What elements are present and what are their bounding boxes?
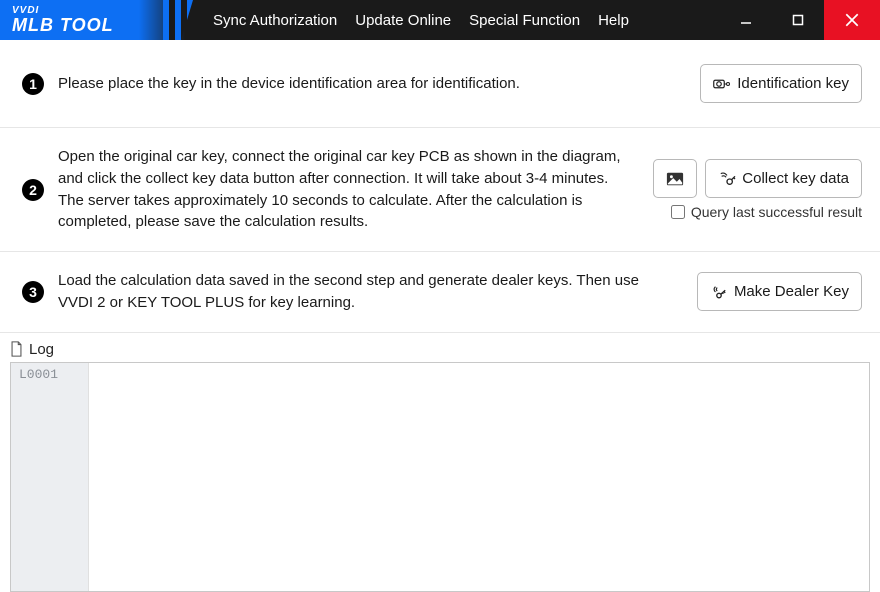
query-last-result-label: Query last successful result	[691, 204, 862, 220]
log-header: Log	[10, 341, 870, 362]
log-body: L0001	[10, 362, 870, 592]
file-icon	[10, 341, 23, 357]
steps-panel: 1 Please place the key in the device ide…	[0, 40, 880, 333]
step-3-text: Load the calculation data saved in the s…	[58, 270, 683, 314]
menu-special-function[interactable]: Special Function	[469, 12, 580, 29]
close-button[interactable]	[824, 0, 880, 40]
minimize-button[interactable]	[720, 0, 772, 40]
app-logo: VVDI MLB TOOL	[0, 0, 185, 40]
menu-help[interactable]: Help	[598, 12, 629, 29]
show-diagram-button[interactable]	[653, 159, 697, 198]
maximize-button[interactable]	[772, 0, 824, 40]
identification-key-button[interactable]: Identification key	[700, 64, 862, 103]
make-dealer-key-label: Make Dealer Key	[734, 283, 849, 300]
step-number-3: 3	[22, 281, 44, 303]
signal-key-icon	[718, 171, 736, 187]
key-camera-icon	[713, 76, 731, 92]
query-last-result-checkbox[interactable]	[671, 205, 685, 219]
step-3: 3 Load the calculation data saved in the…	[0, 252, 880, 333]
step-number-2: 2	[22, 179, 44, 201]
step-1: 1 Please place the key in the device ide…	[0, 40, 880, 128]
log-line-number: L0001	[11, 363, 89, 591]
step-2: 2 Open the original car key, connect the…	[0, 128, 880, 252]
window-controls	[720, 0, 880, 40]
main-menu: Sync Authorization Update Online Special…	[185, 12, 629, 29]
log-textarea[interactable]	[89, 363, 869, 591]
titlebar: VVDI MLB TOOL Sync Authorization Update …	[0, 0, 880, 40]
step-1-text: Please place the key in the device ident…	[58, 73, 686, 95]
make-dealer-key-button[interactable]: Make Dealer Key	[697, 272, 862, 311]
menu-sync-authorization[interactable]: Sync Authorization	[213, 12, 337, 29]
identification-key-label: Identification key	[737, 75, 849, 92]
step-2-text: Open the original car key, connect the o…	[58, 146, 639, 233]
image-icon	[666, 171, 684, 187]
step-number-1: 1	[22, 73, 44, 95]
logo-line2: MLB TOOL	[12, 16, 165, 34]
log-title: Log	[29, 341, 54, 358]
log-section: Log L0001	[0, 333, 880, 592]
collect-key-data-button[interactable]: Collect key data	[705, 159, 862, 198]
menu-update-online[interactable]: Update Online	[355, 12, 451, 29]
dealer-key-icon	[710, 284, 728, 300]
query-last-result-row[interactable]: Query last successful result	[671, 204, 862, 220]
collect-key-data-label: Collect key data	[742, 170, 849, 187]
